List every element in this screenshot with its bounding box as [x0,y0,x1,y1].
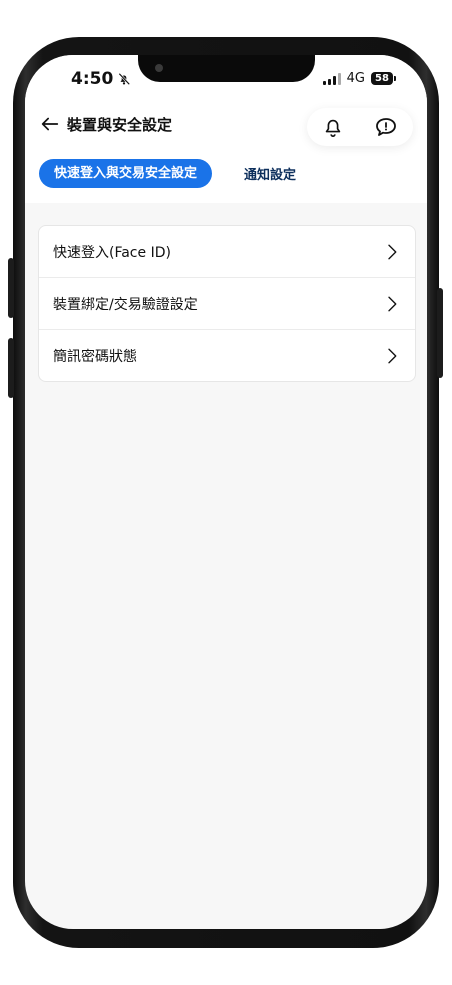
volume-down-button [8,338,14,398]
signal-icon [322,72,341,85]
tab-notification-settings[interactable]: 通知設定 [244,164,296,183]
camera [155,64,163,72]
status-time: 4:50 [71,69,131,89]
bell-slash-icon [118,72,131,86]
tab-bar: 快速登入與交易安全設定 通知設定 [39,159,296,188]
settings-item-sms-password[interactable]: 簡訊密碼狀態 [39,330,415,381]
settings-item-device-binding[interactable]: 裝置綁定/交易驗證設定 [39,278,415,330]
settings-item-label: 簡訊密碼狀態 [53,348,137,365]
page-header: 裝置與安全設定 [39,113,172,135]
status-indicators: 4G 58 [322,71,396,86]
power-button [437,288,443,378]
arrow-left-icon[interactable] [39,113,61,135]
battery-icon: 58 [371,72,396,85]
settings-item-face-id[interactable]: 快速登入(Face ID) [39,226,415,278]
settings-list: 快速登入(Face ID) 裝置綁定/交易驗證設定 簡訊密碼狀態 [38,225,416,382]
chat-bubble-icon[interactable] [374,115,398,139]
notch [138,55,315,82]
network-text: 4G [346,71,365,86]
chevron-right-icon [388,296,397,311]
battery-level: 58 [375,73,389,84]
header-actions [307,108,413,146]
tab-quick-login-security[interactable]: 快速登入與交易安全設定 [39,159,213,188]
chevron-right-icon [388,244,397,259]
bell-icon[interactable] [322,116,344,138]
screen: 4:50 4G 58 裝置與安全設定 快速登入與交易安全設定 通知設定 快速登入… [25,55,427,929]
page-title: 裝置與安全設定 [67,115,173,134]
settings-item-label: 快速登入(Face ID) [53,244,171,261]
time-text: 4:50 [71,69,114,89]
volume-up-button [8,258,14,318]
settings-item-label: 裝置綁定/交易驗證設定 [53,296,198,313]
chevron-right-icon [388,348,397,363]
